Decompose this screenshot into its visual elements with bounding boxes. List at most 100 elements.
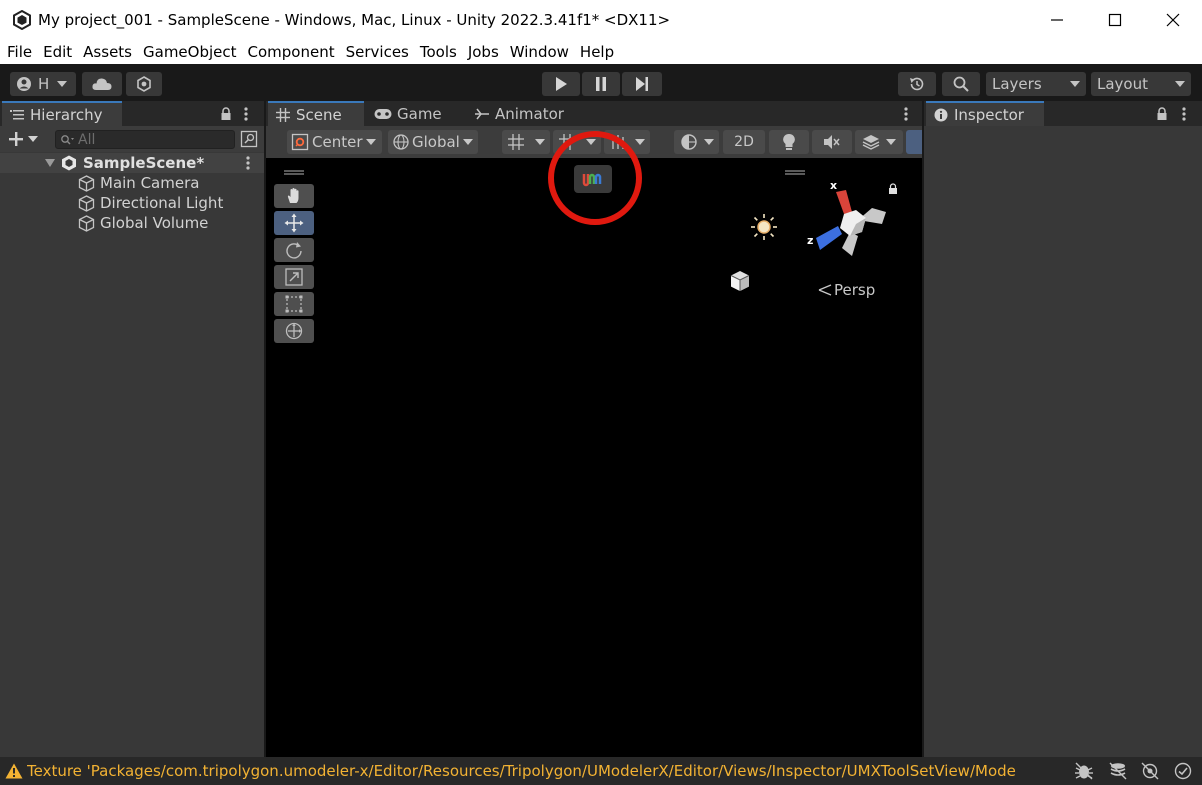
layers-label: Layers — [992, 75, 1042, 93]
menu-file[interactable]: File — [2, 43, 38, 61]
add-object-button[interactable] — [8, 131, 38, 147]
tab-inspector-label: Inspector — [954, 105, 1024, 124]
transform-all-icon — [285, 322, 303, 340]
step-button[interactable] — [622, 72, 662, 96]
directional-light-gizmo-icon[interactable] — [750, 213, 778, 245]
menu-edit[interactable]: Edit — [38, 43, 78, 61]
pause-icon — [596, 77, 606, 91]
hierarchy-tabbar: Hierarchy — [0, 101, 264, 126]
auto-generate-lighting-icon[interactable] — [1140, 762, 1160, 784]
globe-icon — [393, 134, 409, 150]
hand-tool-button[interactable] — [274, 184, 314, 208]
more-options-icon[interactable] — [246, 156, 250, 170]
projection-toggle[interactable]: Persp — [818, 281, 875, 299]
pivot-mode-dropdown[interactable]: Center — [287, 130, 382, 154]
chevron-down-icon — [635, 139, 645, 145]
debug-mode-icon[interactable] — [1074, 762, 1094, 784]
rect-tool-button[interactable] — [274, 292, 314, 316]
more-options-icon[interactable] — [1182, 106, 1186, 125]
menu-help[interactable]: Help — [575, 43, 620, 61]
tab-inspector[interactable]: Inspector — [926, 101, 1044, 126]
chevron-down-icon — [1175, 81, 1185, 87]
list-icon — [10, 109, 24, 119]
menu-assets[interactable]: Assets — [78, 43, 138, 61]
hexagon-icon — [137, 76, 151, 92]
scene-row[interactable]: SampleScene* — [0, 153, 264, 173]
tab-scene-label: Scene — [296, 105, 342, 124]
title-bar: My project_001 - SampleScene - Windows, … — [0, 0, 1202, 40]
tab-scene[interactable]: Scene — [268, 101, 364, 126]
lighting-toggle[interactable] — [769, 130, 809, 154]
menu-services[interactable]: Services — [341, 43, 415, 61]
cloud-button[interactable] — [82, 72, 122, 96]
animator-icon — [475, 108, 489, 119]
play-button[interactable] — [542, 72, 580, 96]
close-button[interactable] — [1144, 0, 1202, 40]
expand-arrow-icon — [45, 159, 55, 167]
cloud-icon — [92, 78, 112, 90]
grid-visibility-dropdown[interactable] — [502, 130, 550, 154]
pause-button[interactable] — [582, 72, 620, 96]
maximize-button[interactable] — [1086, 0, 1144, 40]
lock-icon[interactable] — [220, 106, 232, 125]
search-icon — [61, 134, 74, 144]
hierarchy-item-label: Global Volume — [100, 214, 209, 232]
chevron-down-icon — [462, 139, 473, 145]
hierarchy-item[interactable]: Directional Light — [0, 193, 223, 213]
tab-hierarchy[interactable]: Hierarchy — [2, 101, 122, 126]
account-dropdown[interactable]: H — [10, 72, 76, 96]
search-button[interactable] — [942, 72, 980, 96]
more-options-icon[interactable] — [904, 106, 908, 125]
info-icon — [934, 108, 948, 121]
orientation-overlay-handle[interactable] — [785, 170, 805, 175]
checkmark-circle-icon[interactable] — [1174, 762, 1192, 784]
menu-component[interactable]: Component — [243, 43, 341, 61]
move-tool-button[interactable] — [274, 211, 314, 235]
menu-jobs[interactable]: Jobs — [463, 43, 505, 61]
cache-server-icon[interactable] — [1108, 762, 1128, 784]
menu-window[interactable]: Window — [505, 43, 575, 61]
grid-hash-icon — [276, 107, 290, 122]
more-options-icon[interactable] — [244, 106, 248, 125]
toggle-2d-button[interactable]: 2D — [723, 130, 765, 154]
scene-search-toggle[interactable] — [240, 130, 258, 152]
draw-mode-dropdown[interactable] — [674, 130, 719, 154]
plus-icon — [9, 132, 23, 146]
volume-cube-gizmo-icon[interactable] — [728, 269, 752, 297]
search-window-icon — [240, 130, 258, 148]
scale-icon — [285, 268, 303, 286]
perspective-icon — [818, 284, 832, 296]
menu-tools[interactable]: Tools — [415, 43, 463, 61]
tab-hierarchy-label: Hierarchy — [30, 105, 103, 124]
layout-dropdown[interactable]: Layout — [1091, 72, 1191, 96]
hierarchy-toolbar: All — [0, 126, 264, 152]
audio-toggle[interactable] — [812, 130, 852, 154]
tools-overlay-handle[interactable] — [284, 170, 304, 175]
gameobject-cube-icon — [78, 194, 95, 212]
layout-label: Layout — [1097, 75, 1148, 93]
scene-visibility-toggle[interactable] — [906, 130, 922, 154]
status-message[interactable]: Texture 'Packages/com.tripolygon.umodele… — [27, 762, 1047, 780]
chevron-down-icon — [28, 136, 38, 142]
rotate-tool-button[interactable] — [274, 238, 314, 262]
effects-dropdown[interactable] — [855, 130, 903, 154]
pivot-space-dropdown[interactable]: Global — [388, 130, 478, 154]
undo-history-button[interactable] — [898, 72, 936, 96]
menu-gameobject[interactable]: GameObject — [138, 43, 243, 61]
scale-tool-button[interactable] — [274, 265, 314, 289]
transform-tool-button[interactable] — [274, 319, 314, 343]
gizmo-lock-icon[interactable] — [888, 180, 898, 199]
hierarchy-item[interactable]: Global Volume — [0, 213, 208, 233]
hand-icon — [287, 188, 299, 203]
lock-icon[interactable] — [1156, 106, 1168, 125]
tab-animator[interactable]: Animator — [466, 101, 586, 126]
minimize-button[interactable] — [1028, 0, 1086, 40]
layers-dropdown[interactable]: Layers — [986, 72, 1086, 96]
search-placeholder: All — [78, 131, 96, 148]
hierarchy-search-input[interactable]: All — [55, 130, 235, 149]
collab-button[interactable] — [126, 72, 162, 96]
scene-orientation-gizmo[interactable]: x z — [806, 178, 890, 264]
tab-game[interactable]: Game — [366, 101, 464, 126]
tab-game-label: Game — [397, 104, 442, 123]
hierarchy-item[interactable]: Main Camera — [0, 173, 199, 193]
